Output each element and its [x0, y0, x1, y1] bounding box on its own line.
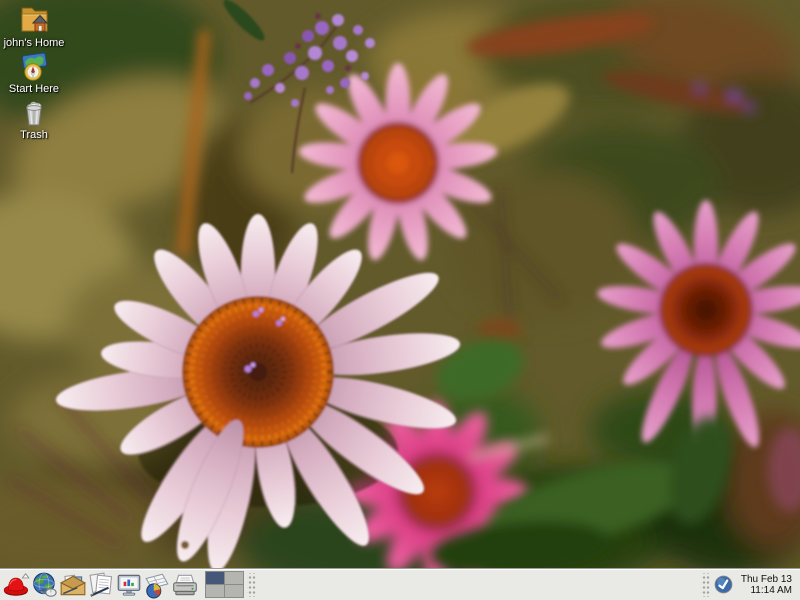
- spreadsheet-launcher[interactable]: [143, 570, 171, 599]
- clock-time: 11:14 AM: [741, 585, 792, 596]
- workspace-2[interactable]: [225, 572, 243, 584]
- web-browser-launcher[interactable]: [31, 570, 59, 599]
- update-notifier-button[interactable]: [713, 574, 735, 596]
- desktop-area: john's Home Start Here: [0, 0, 800, 568]
- desktop-icon-label: Trash: [2, 129, 66, 141]
- trash-can-icon: [19, 98, 49, 128]
- presentation-launcher[interactable]: [115, 570, 143, 599]
- gnome-panel: Thu Feb 13 11:14 AM: [0, 568, 800, 600]
- main-menu-button[interactable]: [3, 570, 31, 599]
- workspace-3[interactable]: [206, 585, 224, 597]
- red-hat-menu-icon: [3, 571, 31, 599]
- desktop-icon-label: Start Here: [2, 83, 66, 95]
- panel-drag-handle-right[interactable]: [701, 573, 710, 597]
- desktop-icon-start-here[interactable]: Start Here: [2, 52, 66, 95]
- desktop-icon-label: john's Home: [2, 37, 66, 49]
- workspace-4[interactable]: [225, 585, 243, 597]
- desktop-screen: john's Home Start Here: [0, 0, 800, 600]
- workspace-1[interactable]: [206, 572, 224, 584]
- globe-mouse-icon: [31, 571, 59, 599]
- printer-icon: [171, 571, 199, 599]
- clock-date: Thu Feb 13: [741, 574, 792, 585]
- blue-check-badge-icon: [714, 575, 733, 594]
- sheet-piechart-icon: [143, 571, 171, 599]
- desktop-icon-trash[interactable]: Trash: [2, 98, 66, 141]
- home-folder-icon: [15, 2, 53, 36]
- wallpaper-coneflower-photo: [0, 0, 800, 568]
- desktop-icon-home[interactable]: john's Home: [2, 2, 66, 49]
- word-processor-launcher[interactable]: [87, 570, 115, 599]
- monitor-chart-icon: [115, 571, 143, 599]
- clock-applet[interactable]: Thu Feb 13 11:14 AM: [735, 574, 797, 596]
- documents-pen-icon: [87, 571, 115, 599]
- workspace-switcher: [205, 571, 244, 598]
- email-launcher[interactable]: [59, 570, 87, 599]
- envelope-photo-icon: [59, 571, 87, 599]
- panel-drag-handle-left[interactable]: [247, 573, 256, 597]
- print-manager-launcher[interactable]: [171, 570, 199, 599]
- start-here-compass-icon: [18, 52, 50, 82]
